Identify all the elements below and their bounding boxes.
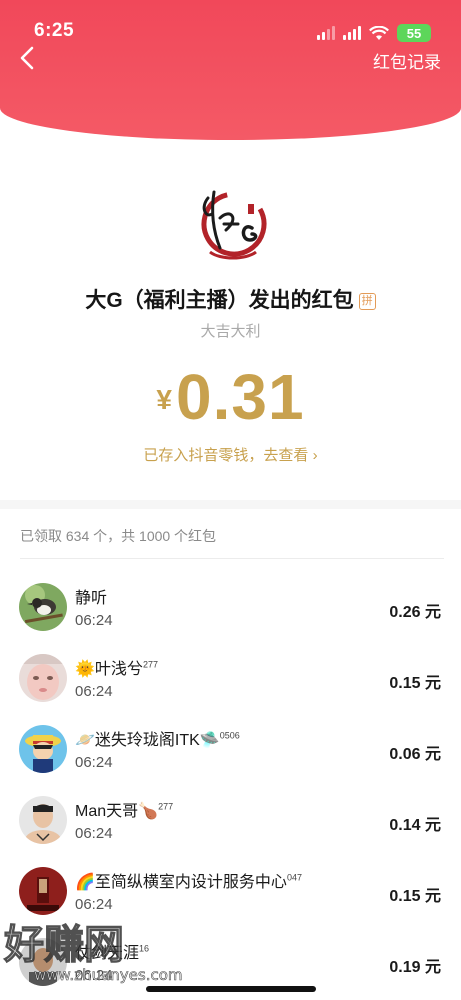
claim-time: 06:24 xyxy=(75,612,113,629)
claim-amount: 0.19 元 xyxy=(389,959,441,976)
divider xyxy=(20,558,444,559)
amount-value: 0.31 xyxy=(176,361,305,433)
claim-time: 06:24 xyxy=(75,896,113,913)
claim-time: 06:24 xyxy=(75,754,113,771)
sender-title-row: 大G（福利主播）发出的红包拼 xyxy=(0,284,461,314)
recipient-name: 🌞叶浅兮277 xyxy=(75,659,158,678)
status-bar: 6:25 55 xyxy=(0,18,461,48)
claim-amount: 0.14 元 xyxy=(389,817,441,834)
recipient-name: 🌈至简纵横室内设计服务中心047 xyxy=(75,872,302,891)
recipient-name: 仗剑天涯16 xyxy=(75,943,150,962)
signal-icon-secondary xyxy=(343,26,361,40)
back-button[interactable] xyxy=(16,44,40,72)
received-amount: ¥0.31 xyxy=(0,360,461,434)
avatar xyxy=(19,654,67,702)
status-icons: 55 xyxy=(317,24,431,42)
claim-amount: 0.15 元 xyxy=(389,888,441,905)
recipient-name: 🪐迷失玲珑阁ITK🛸0506 xyxy=(75,730,240,749)
currency-symbol: ¥ xyxy=(156,384,172,415)
blessing-text: 大吉大利 xyxy=(200,323,261,340)
sender-logo xyxy=(190,178,272,266)
claim-time: 06:24 xyxy=(75,683,113,700)
claim-amount: 0.15 元 xyxy=(389,675,441,692)
group-buy-badge: 拼 xyxy=(358,293,376,310)
list-item[interactable]: 🪐迷失玲珑阁ITK🛸0506 06:24 0.06 元 xyxy=(0,718,461,789)
claim-amount: 0.26 元 xyxy=(389,604,441,621)
claim-time: 06:24 xyxy=(75,967,113,984)
list-item[interactable]: 静听 06:24 0.26 元 xyxy=(0,576,461,647)
claim-time: 06:24 xyxy=(75,825,113,842)
recipient-name: Man天哥🍗277 xyxy=(75,801,174,820)
sender-title: 大G（福利主播）发出的红包 xyxy=(85,289,354,312)
list-item[interactable]: 🌈至简纵横室内设计服务中心047 06:24 0.15 元 xyxy=(0,860,461,931)
list-item[interactable]: 🌞叶浅兮277 06:24 0.15 元 xyxy=(0,647,461,718)
status-time: 6:25 xyxy=(34,20,75,41)
avatar xyxy=(19,725,67,773)
avatar xyxy=(19,867,67,915)
view-wallet-link[interactable]: 已存入抖音零钱，去查看 › xyxy=(0,444,461,465)
section-divider xyxy=(0,500,461,509)
chevron-left-icon xyxy=(20,46,34,70)
battery-icon: 55 xyxy=(397,24,431,42)
avatar xyxy=(19,583,67,631)
claim-summary: 已领取 634 个，共 1000 个红包 xyxy=(20,528,217,544)
red-packet-records-link[interactable]: 红包记录 xyxy=(373,48,441,73)
claim-amount: 0.06 元 xyxy=(389,746,441,763)
home-indicator[interactable] xyxy=(146,986,316,992)
signal-icon xyxy=(317,26,335,40)
recipient-name: 静听 xyxy=(75,590,108,607)
avatar xyxy=(19,938,67,986)
avatar xyxy=(19,796,67,844)
recipient-list: 静听 06:24 0.26 元 🌞叶浅兮277 06:24 0.15 元 🪐迷失… xyxy=(0,576,461,1000)
wifi-icon xyxy=(369,25,389,40)
list-item[interactable]: Man天哥🍗277 06:24 0.14 元 xyxy=(0,789,461,860)
